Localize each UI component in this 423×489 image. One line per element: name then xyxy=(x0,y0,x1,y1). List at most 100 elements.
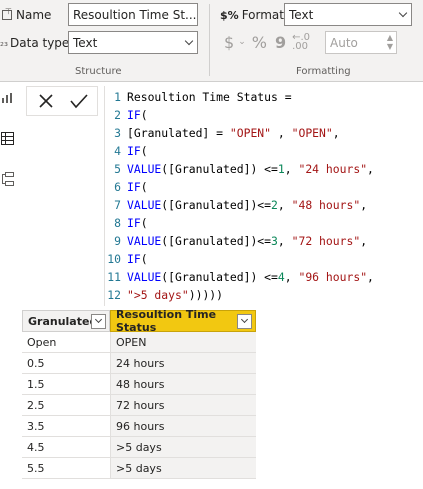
formatting-group-label: Formatting xyxy=(296,66,351,77)
cell-resolution-status: 72 hours xyxy=(110,395,256,416)
table-row: 5.5 >5 days xyxy=(22,458,256,479)
filter-dropdown-icon[interactable] xyxy=(237,314,252,329)
format-row: $% Format xyxy=(220,5,284,25)
code-line[interactable]: 7 VALUE([Granulated])<=2, "48 hours", xyxy=(105,198,367,216)
chevron-down-icon xyxy=(184,36,194,46)
cell-resolution-status: 96 hours xyxy=(110,416,256,437)
cell-granulated: Open xyxy=(22,332,110,353)
cell-resolution-status: 48 hours xyxy=(110,374,256,395)
code-line[interactable]: 6 IF( xyxy=(105,180,148,198)
code-line[interactable]: 5 VALUE([Granulated]) <=1, "24 hours", xyxy=(105,162,374,180)
code-line[interactable]: 3 [Granulated] = "OPEN" , "OPEN", xyxy=(105,126,340,144)
code-line[interactable]: 4 IF( xyxy=(105,144,148,162)
code-text: IF( xyxy=(127,108,148,122)
cell-resolution-status: >5 days xyxy=(110,458,256,479)
ribbon: ⊤ Name Resoultion Time St... ₂₃ Data typ… xyxy=(0,0,423,82)
model-view-icon[interactable] xyxy=(1,172,14,189)
code-text: VALUE([Granulated]) <=1, "24 hours", xyxy=(127,162,374,176)
decimals-value: Auto xyxy=(330,35,358,50)
line-number: 3 xyxy=(114,126,121,140)
cell-granulated: 5.5 xyxy=(22,458,110,479)
column-header-resolution-status[interactable]: Resoultion Time Status xyxy=(110,308,256,334)
name-input[interactable]: Resoultion Time St... xyxy=(68,3,198,26)
currency-button[interactable]: $ xyxy=(224,33,234,52)
name-row: ⊤ Name xyxy=(2,5,51,25)
line-number: 5 xyxy=(114,162,121,176)
formula-bar: 1 Resoultion Time Status = 2 IF( 3 [Granulate… xyxy=(22,84,423,306)
table-row: 1.5 48 hours xyxy=(22,374,256,395)
code-text: IF( xyxy=(127,216,148,230)
code-text: VALUE([Granulated])<=2, "48 hours", xyxy=(127,198,368,212)
datatype-icon: ₂₃ xyxy=(0,37,9,49)
format-select-value: Text xyxy=(289,7,314,22)
code-text: IF( xyxy=(127,252,148,266)
code-line[interactable]: 10 IF( xyxy=(105,252,148,270)
line-number: 4 xyxy=(114,144,121,158)
cell-granulated: 3.5 xyxy=(22,416,110,437)
cell-granulated: 2.5 xyxy=(22,395,110,416)
cell-granulated: 4.5 xyxy=(22,437,110,458)
percent-button[interactable]: % xyxy=(252,33,267,52)
chevron-down-icon[interactable]: ⌄ xyxy=(238,37,246,47)
table-row: Open OPEN xyxy=(22,332,256,353)
code-line[interactable]: 11 VALUE([Granulated]) <=4, "96 hours", xyxy=(105,270,374,288)
table-row: 2.5 72 hours xyxy=(22,395,256,416)
code-text: VALUE([Granulated]) <=4, "96 hours", xyxy=(127,270,374,284)
format-select[interactable]: Text xyxy=(284,3,412,26)
table-row: 4.5 >5 days xyxy=(22,437,256,458)
column-header-label: Granulated xyxy=(28,314,98,328)
code-line[interactable]: 1 Resoultion Time Status = xyxy=(105,90,292,108)
cell-resolution-status: 24 hours xyxy=(110,353,256,374)
comma-button[interactable]: 9 xyxy=(275,33,286,52)
cancel-icon[interactable] xyxy=(37,92,55,113)
line-number: 1 xyxy=(114,90,121,104)
code-line[interactable]: 2 IF( xyxy=(105,108,148,126)
cell-resolution-status: OPEN xyxy=(110,332,256,353)
column-header-granulated[interactable]: Granulated xyxy=(22,310,110,332)
line-number: 12 xyxy=(107,288,121,302)
structure-group-label: Structure xyxy=(75,66,122,77)
datatype-row: ₂₃ Data type xyxy=(0,33,69,53)
table-row: 0.5 24 hours xyxy=(22,353,256,374)
code-line[interactable]: 9 VALUE([Granulated])<=3, "72 hours", xyxy=(105,234,367,252)
line-number: 11 xyxy=(107,270,121,284)
line-number: 10 xyxy=(107,252,121,266)
cell-granulated: 0.5 xyxy=(22,353,110,374)
datatype-select[interactable]: Text xyxy=(68,31,198,54)
name-icon: ⊤ xyxy=(2,7,12,20)
decimals-stepper[interactable]: Auto ▲ ▼ xyxy=(325,31,397,54)
stepper-arrows-icon: ▲ ▼ xyxy=(386,33,393,51)
name-label: Name xyxy=(16,8,52,22)
datatype-select-value: Text xyxy=(73,35,98,50)
report-view-icon[interactable] xyxy=(1,92,13,107)
line-number: 9 xyxy=(114,234,121,248)
decimal-places-icon[interactable]: ←.0.00 xyxy=(292,33,310,52)
format-icon: $% xyxy=(220,8,239,22)
commit-check-icon[interactable] xyxy=(69,92,89,113)
code-text: [Granulated] = "OPEN" , "OPEN", xyxy=(127,126,340,140)
number-format-buttons: $ ⌄ % 9 ←.0.00 xyxy=(224,31,310,53)
view-switcher xyxy=(0,82,18,202)
name-input-value: Resoultion Time St... xyxy=(73,7,197,22)
line-number: 8 xyxy=(114,216,121,230)
code-text: ">5 days"))))) xyxy=(127,288,224,302)
code-text: IF( xyxy=(127,144,148,158)
data-view-icon[interactable] xyxy=(1,132,14,148)
code-line[interactable]: 12 ">5 days"))))) xyxy=(105,288,223,306)
line-number: 2 xyxy=(114,108,121,122)
dax-formula-editor[interactable]: 1 Resoultion Time Status = 2 IF( 3 [Granulate… xyxy=(104,86,423,306)
line-number: 6 xyxy=(114,180,121,194)
code-text: Resoultion Time Status = xyxy=(127,90,292,104)
filter-dropdown-icon[interactable] xyxy=(91,314,106,329)
ribbon-separator xyxy=(209,4,210,76)
format-label: Format xyxy=(241,8,284,22)
cell-granulated: 1.5 xyxy=(22,374,110,395)
chevron-down-icon xyxy=(398,8,408,18)
code-text: IF( xyxy=(127,180,148,194)
code-text: VALUE([Granulated])<=3, "72 hours", xyxy=(127,234,368,248)
table-header: Granulated Resoultion Time Status xyxy=(22,308,256,334)
column-header-label: Resoultion Time Status xyxy=(116,308,217,334)
cell-resolution-status: >5 days xyxy=(110,437,256,458)
datatype-label: Data type xyxy=(10,36,70,50)
code-line[interactable]: 8 IF( xyxy=(105,216,148,234)
